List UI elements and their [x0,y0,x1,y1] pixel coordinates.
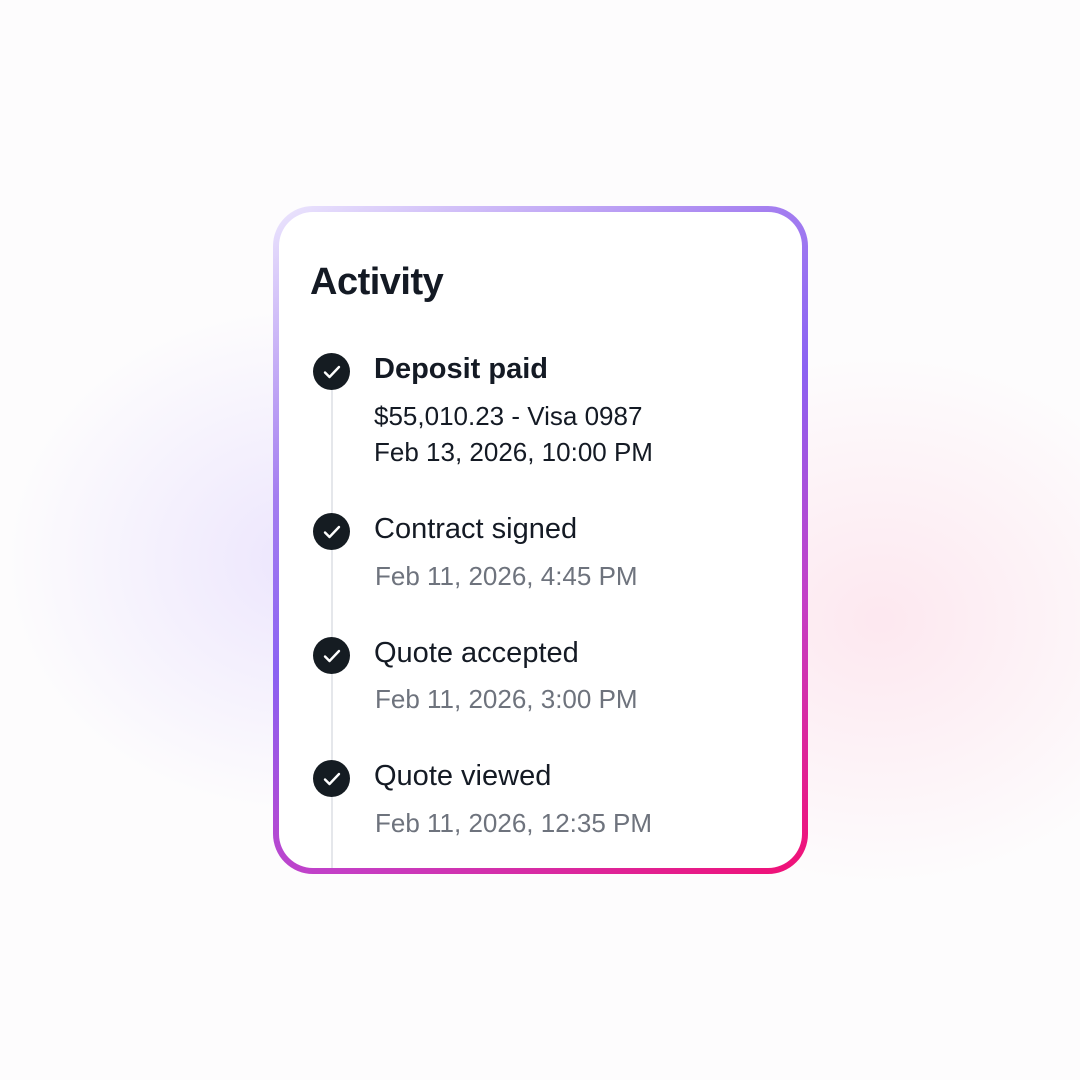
event-title: Quote accepted [374,637,579,669]
activity-card-frame: Activity Deposit paid $55,010.23 - Visa … [273,206,808,874]
check-circle-icon [313,353,350,390]
event-title: Quote viewed [374,760,552,792]
activity-title: Activity [310,261,444,303]
event-timestamp: Feb 11, 2026, 3:00 PM [375,684,638,714]
check-circle-icon [313,760,350,797]
check-circle-icon [313,513,350,550]
event-title: Deposit paid [374,353,549,385]
event-title: Contract signed [374,513,578,545]
event-timestamp: Feb 13, 2026, 10:00 PM [374,437,653,467]
payment-detail: $55,010.23 - Visa 0987 [374,401,643,431]
event-timestamp: Feb 11, 2026, 12:35 PM [375,808,653,838]
activity-card: Activity Deposit paid $55,010.23 - Visa … [279,212,802,868]
event-timestamp: Feb 11, 2026, 4:45 PM [375,561,638,591]
check-circle-icon [313,637,350,674]
